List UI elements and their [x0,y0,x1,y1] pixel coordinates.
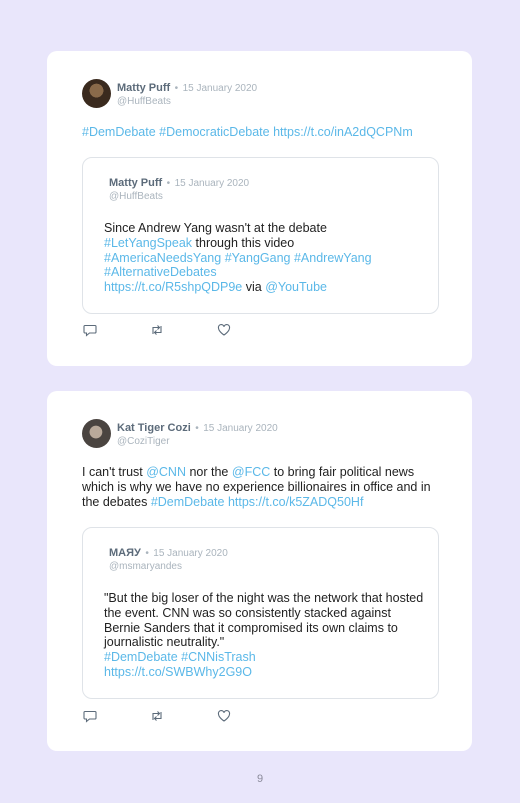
tweet-text: #DemDebate #DemocraticDebate https://t.c… [82,125,442,140]
mention-link[interactable]: @CNN [146,465,186,479]
page-number: 9 [256,773,264,785]
text-segment: through this video [192,235,295,250]
retweet-icon[interactable] [150,709,164,723]
quoted-tweet[interactable]: Matty Puff • 15 January 2020 @HuffBeats … [82,157,439,314]
quoted-date[interactable]: 15 January 2020 [153,548,228,559]
hashtag-link[interactable]: #LetYangSpeak [104,236,192,250]
quoted-handle[interactable]: @msmaryandes [109,561,228,573]
quoted-text: Since Andrew Yang wasn't at the debate #L… [104,221,426,295]
hashtag-link[interactable]: #DemocraticDebate [159,125,269,139]
author-name[interactable]: Matty Puff [117,82,170,94]
quoted-header: МАЯУ • 15 January 2020 @msmaryandes [109,543,228,573]
reply-icon[interactable] [83,709,97,723]
hashtag-link[interactable]: #AndrewYang [294,251,372,265]
quoted-author-name[interactable]: МАЯУ [109,547,141,559]
like-icon[interactable] [217,709,231,723]
hashtag-link[interactable]: #AmericaNeedsYang [104,251,221,265]
hashtag-link[interactable]: #DemDebate [104,650,178,664]
quoted-text: "But the big loser of the night was the … [104,591,426,680]
tweet-date[interactable]: 15 January 2020 [203,423,278,434]
mention-link[interactable]: @YouTube [265,280,327,294]
avatar[interactable] [82,79,111,108]
separator: • [195,423,199,434]
text-segment: nor the [186,465,232,479]
tweet-actions [83,709,284,723]
avatar[interactable] [82,419,111,448]
author-handle[interactable]: @HuffBeats [117,96,257,108]
tweet-text: I can't trust @CNN nor the @FCC to bring… [82,465,442,510]
tweet-date[interactable]: 15 January 2020 [183,83,258,94]
separator: • [174,83,179,94]
quoted-header: Matty Puff • 15 January 2020 @HuffBeats [109,173,249,203]
url-link[interactable]: https://t.co/k5ZADQ50Hf [228,495,363,509]
url-link[interactable]: https://t.co/SWBWhy2G9O [104,665,252,679]
text-segment: via [242,280,266,295]
tweet-card: Matty Puff • 15 January 2020 @HuffBeats … [47,51,472,366]
text-segment: "But the big loser of the night was the … [104,591,424,650]
quoted-tweet[interactable]: МАЯУ • 15 January 2020 @msmaryandes "But… [82,527,439,699]
url-link[interactable]: https://t.co/inA2dQCPNm [273,125,413,139]
text-segment: Since Andrew Yang wasn't at the debate [104,221,327,235]
quoted-author-name[interactable]: Matty Puff [109,177,162,189]
tweet-header: Kat Tiger Cozi • 15 January 2020 @CoziTi… [82,418,278,448]
separator: • [145,548,149,559]
hashtag-link[interactable]: #DemDebate [151,495,225,509]
separator: • [166,178,171,189]
reply-icon[interactable] [83,323,97,337]
retweet-icon[interactable] [150,323,164,337]
like-icon[interactable] [217,323,231,337]
hashtag-link[interactable]: #YangGang [225,251,291,265]
author-name[interactable]: Kat Tiger Cozi [117,422,191,434]
quoted-date[interactable]: 15 January 2020 [175,178,250,189]
url-link[interactable]: https://t.co/R5shpQDP9e [104,280,242,294]
tweet-header: Matty Puff • 15 January 2020 @HuffBeats [82,78,257,108]
tweet-actions [83,323,284,337]
hashtag-link[interactable]: #CNNisTrash [181,650,256,664]
quoted-handle[interactable]: @HuffBeats [109,191,249,203]
author-handle[interactable]: @CoziTiger [117,436,278,448]
hashtag-link[interactable]: #DemDebate [82,125,156,139]
tweet-card: Kat Tiger Cozi • 15 January 2020 @CoziTi… [47,391,472,751]
mention-link[interactable]: @FCC [232,465,270,479]
hashtag-link[interactable]: #AlternativeDebates [104,265,217,279]
text-segment: I can't trust [82,465,147,479]
